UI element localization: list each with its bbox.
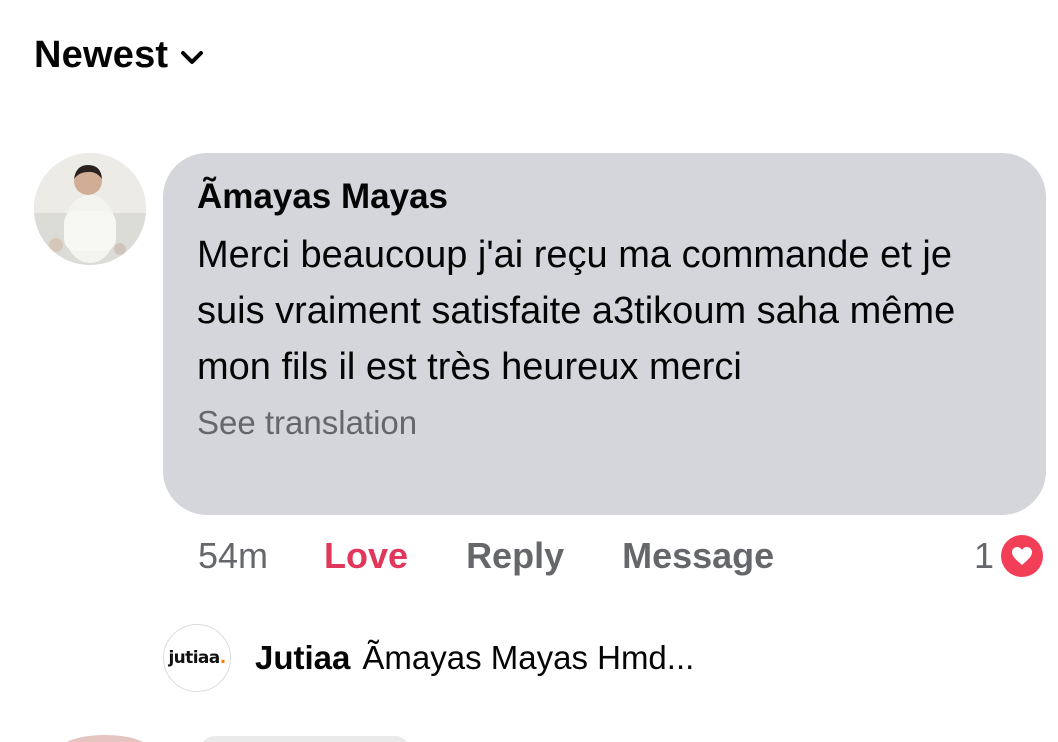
- commenter-avatar[interactable]: [34, 153, 146, 265]
- comment-timestamp[interactable]: 54m: [198, 532, 268, 580]
- comments-section: Newest Ãmayas Mayas Merci beaucoup j'ai …: [0, 0, 1058, 742]
- comment-author[interactable]: Ãmayas Mayas: [197, 175, 1012, 219]
- reply-author[interactable]: Jutiaa: [255, 639, 350, 677]
- next-comment-avatar: [60, 735, 150, 742]
- reaction-summary[interactable]: 1: [974, 532, 1046, 580]
- reply-snippet: Ãmayas Mayas Hmd...: [362, 639, 695, 676]
- comment-actions: 54m Love Reply Message: [198, 532, 774, 580]
- message-button[interactable]: Message: [622, 532, 774, 580]
- comment-bubble: Ãmayas Mayas Merci beaucoup j'ai reçu ma…: [163, 153, 1046, 515]
- sort-dropdown[interactable]: Newest: [34, 34, 204, 77]
- comment-text: Merci beaucoup j'ai reçu ma commande et …: [197, 234, 956, 388]
- love-reaction-icon: [998, 532, 1046, 580]
- see-translation-link[interactable]: See translation: [197, 401, 1012, 445]
- next-comment-bubble: [200, 736, 410, 742]
- reaction-count: 1: [973, 535, 994, 576]
- jutiaa-logo: jutiaa.: [168, 648, 226, 668]
- sort-label: Newest: [34, 34, 169, 76]
- reply-preview[interactable]: jutiaa. Jutiaa Ãmayas Mayas Hmd...: [163, 624, 694, 692]
- reply-button[interactable]: Reply: [466, 532, 564, 580]
- reply-avatar[interactable]: jutiaa.: [163, 624, 231, 692]
- love-button[interactable]: Love: [324, 532, 408, 580]
- chevron-down-icon: [180, 50, 204, 66]
